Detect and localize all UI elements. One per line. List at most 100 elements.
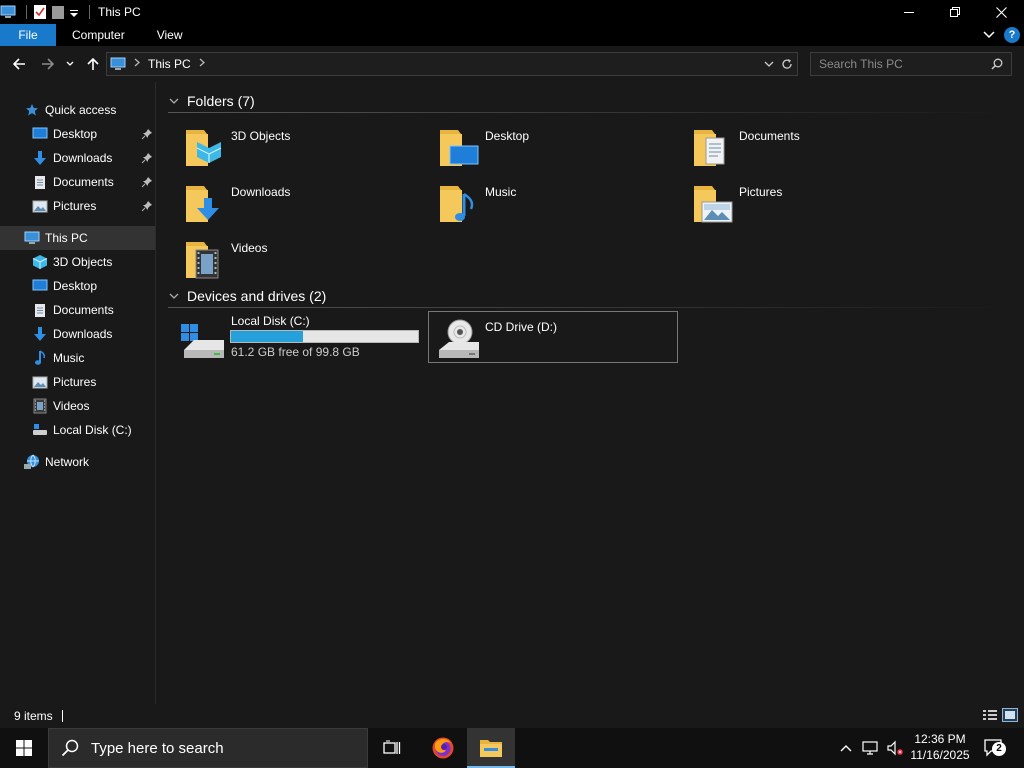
folder-label: Downloads bbox=[231, 185, 291, 199]
sidebar-item-qa-documents[interactable]: Documents bbox=[0, 170, 155, 194]
breadcrumb-separator-icon[interactable] bbox=[199, 58, 205, 70]
restore-button[interactable] bbox=[932, 0, 978, 24]
expand-ribbon-button[interactable] bbox=[982, 28, 996, 42]
toolbar-divider bbox=[89, 5, 90, 19]
large-icons-view-button[interactable] bbox=[1002, 708, 1018, 722]
view-toggle bbox=[982, 708, 1018, 722]
forward-button[interactable] bbox=[36, 52, 60, 76]
sidebar-item-3d-objects[interactable]: 3D Objects bbox=[0, 250, 155, 274]
chevron-down-icon bbox=[764, 61, 774, 67]
this-pc-icon[interactable] bbox=[0, 4, 16, 20]
folder-desktop[interactable]: Desktop bbox=[414, 120, 666, 174]
chevron-down-icon bbox=[169, 293, 179, 299]
drive-label: Local Disk (C:) bbox=[231, 314, 310, 328]
search-icon bbox=[61, 739, 79, 757]
tab-file[interactable]: File bbox=[0, 24, 56, 46]
sidebar-item-music[interactable]: Music bbox=[0, 346, 155, 370]
sidebar-item-network[interactable]: Network bbox=[0, 450, 155, 474]
status-divider bbox=[61, 710, 63, 722]
minimize-button[interactable] bbox=[886, 0, 932, 24]
sidebar-item-label: Downloads bbox=[53, 327, 113, 341]
clock-time: 12:36 PM bbox=[914, 732, 966, 746]
customize-toolbar-icon[interactable] bbox=[69, 4, 79, 20]
taskbar-app-file-explorer[interactable] bbox=[467, 728, 515, 768]
volume-muted-icon bbox=[887, 740, 903, 756]
task-view-button[interactable] bbox=[368, 728, 416, 768]
sidebar-item-label: Local Disk (C:) bbox=[53, 423, 132, 437]
pictures-icon bbox=[32, 198, 48, 214]
sidebar-item-desktop[interactable]: Desktop bbox=[0, 274, 155, 298]
sidebar-item-label: Videos bbox=[53, 399, 90, 413]
group-divider bbox=[168, 112, 1014, 113]
tab-computer[interactable]: Computer bbox=[56, 24, 141, 46]
sidebar-item-label: Documents bbox=[53, 303, 114, 317]
devices-group-header[interactable]: Devices and drives (2) bbox=[168, 285, 1014, 308]
navigation-bar: This PC bbox=[0, 46, 1024, 82]
folder-videos[interactable]: Videos bbox=[160, 232, 412, 286]
new-folder-icon[interactable] bbox=[51, 4, 65, 20]
network-status-button[interactable] bbox=[860, 728, 882, 768]
action-center-button[interactable]: 2 bbox=[978, 728, 1010, 768]
sidebar-item-qa-desktop[interactable]: Desktop bbox=[0, 122, 155, 146]
arrow-up-icon bbox=[87, 57, 99, 70]
help-button[interactable]: ? bbox=[1004, 27, 1020, 43]
folders-group-header[interactable]: Folders (7) bbox=[168, 90, 1014, 113]
pin-icon[interactable] bbox=[141, 200, 153, 212]
taskbar: Type here to search 12:36 PM 11/16/2025 … bbox=[0, 728, 1024, 768]
pin-icon[interactable] bbox=[141, 152, 153, 164]
sidebar-item-quick-access[interactable]: Quick access bbox=[0, 98, 155, 122]
details-view-button[interactable] bbox=[982, 708, 998, 722]
sidebar-item-pictures[interactable]: Pictures bbox=[0, 370, 155, 394]
volume-button[interactable] bbox=[884, 728, 906, 768]
recent-locations-button[interactable] bbox=[62, 52, 78, 76]
breadcrumb-separator-icon[interactable] bbox=[134, 58, 140, 70]
drive-local-disk-c[interactable]: Local Disk (C:) 61.2 GB free of 99.8 GB bbox=[174, 312, 426, 364]
start-button[interactable] bbox=[0, 728, 48, 768]
search-icon[interactable] bbox=[991, 58, 1003, 70]
breadcrumb-this-pc[interactable]: This PC bbox=[148, 57, 191, 71]
close-button[interactable] bbox=[978, 0, 1024, 24]
sidebar-item-label: Desktop bbox=[53, 127, 98, 141]
up-button[interactable] bbox=[81, 52, 105, 76]
address-bar[interactable]: This PC bbox=[106, 52, 798, 76]
folder-documents[interactable]: Documents bbox=[668, 120, 920, 174]
music-icon bbox=[32, 350, 48, 366]
show-hidden-icons-button[interactable] bbox=[836, 728, 856, 768]
title-bar: This PC bbox=[0, 0, 1024, 24]
pin-icon[interactable] bbox=[141, 128, 153, 140]
sidebar-item-qa-pictures[interactable]: Pictures bbox=[0, 194, 155, 218]
sidebar-item-downloads[interactable]: Downloads bbox=[0, 322, 155, 346]
taskbar-clock[interactable]: 12:36 PM 11/16/2025 bbox=[904, 731, 976, 763]
sidebar-item-local-disk[interactable]: Local Disk (C:) bbox=[0, 418, 155, 442]
properties-icon[interactable] bbox=[33, 4, 47, 20]
search-box[interactable] bbox=[810, 52, 1012, 76]
drive-usage-fill bbox=[231, 331, 304, 342]
folder-music[interactable]: Music bbox=[414, 176, 666, 230]
sidebar-item-this-pc[interactable]: This PC bbox=[0, 226, 155, 250]
back-button[interactable] bbox=[7, 52, 31, 76]
videos-folder-icon bbox=[182, 238, 226, 282]
pin-icon[interactable] bbox=[141, 176, 153, 188]
search-input[interactable] bbox=[811, 57, 981, 71]
folder-downloads[interactable]: Downloads bbox=[160, 176, 412, 230]
chevron-down-icon bbox=[983, 31, 995, 39]
address-history-button[interactable] bbox=[761, 53, 777, 75]
folder-label: Pictures bbox=[739, 185, 783, 199]
taskbar-search-box[interactable]: Type here to search bbox=[48, 728, 368, 768]
sidebar-item-qa-downloads[interactable]: Downloads bbox=[0, 146, 155, 170]
taskbar-app-firefox[interactable] bbox=[419, 728, 467, 768]
folder-pictures[interactable]: Pictures bbox=[668, 176, 920, 230]
tab-view[interactable]: View bbox=[141, 24, 199, 46]
network-icon bbox=[24, 454, 40, 470]
refresh-button[interactable] bbox=[777, 53, 797, 75]
navigation-pane: Quick access Desktop Downloads Documents… bbox=[0, 82, 156, 704]
drive-cd-d[interactable]: CD Drive (D:) bbox=[428, 311, 678, 363]
documents-icon bbox=[32, 174, 48, 190]
status-bar: 9 items bbox=[0, 704, 1024, 728]
sidebar-item-videos[interactable]: Videos bbox=[0, 394, 155, 418]
sidebar-item-label: Music bbox=[53, 351, 85, 365]
folder-3d-objects[interactable]: 3D Objects bbox=[160, 120, 412, 174]
this-pc-icon bbox=[24, 230, 40, 246]
sidebar-item-documents[interactable]: Documents bbox=[0, 298, 155, 322]
pictures-folder-icon bbox=[690, 182, 734, 226]
